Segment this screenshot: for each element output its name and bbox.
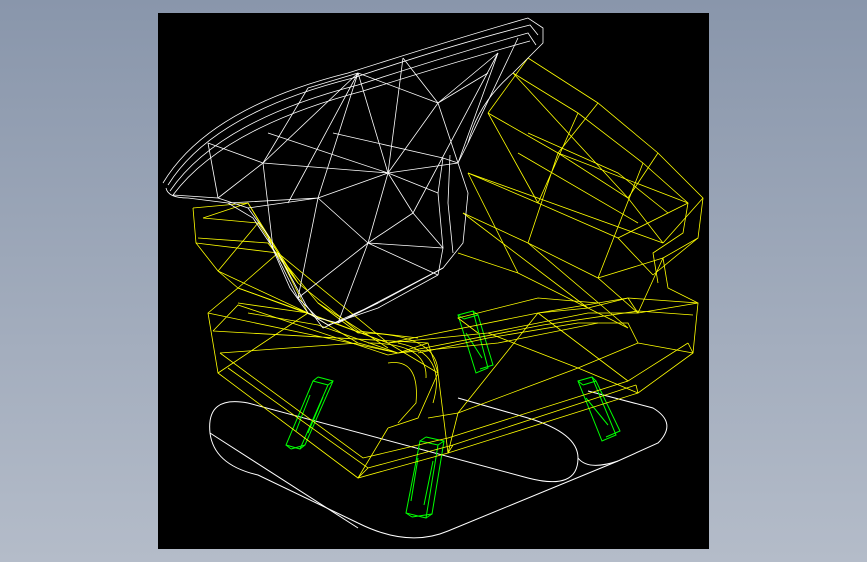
armchair-wireframe: [162, 17, 704, 539]
chair-backrest: [162, 17, 544, 329]
model-viewport[interactable]: [158, 13, 709, 549]
leg-back-left: [457, 310, 494, 374]
leg-back-right: [577, 376, 621, 442]
chair-body: [192, 57, 704, 479]
cad-background: [0, 0, 867, 562]
